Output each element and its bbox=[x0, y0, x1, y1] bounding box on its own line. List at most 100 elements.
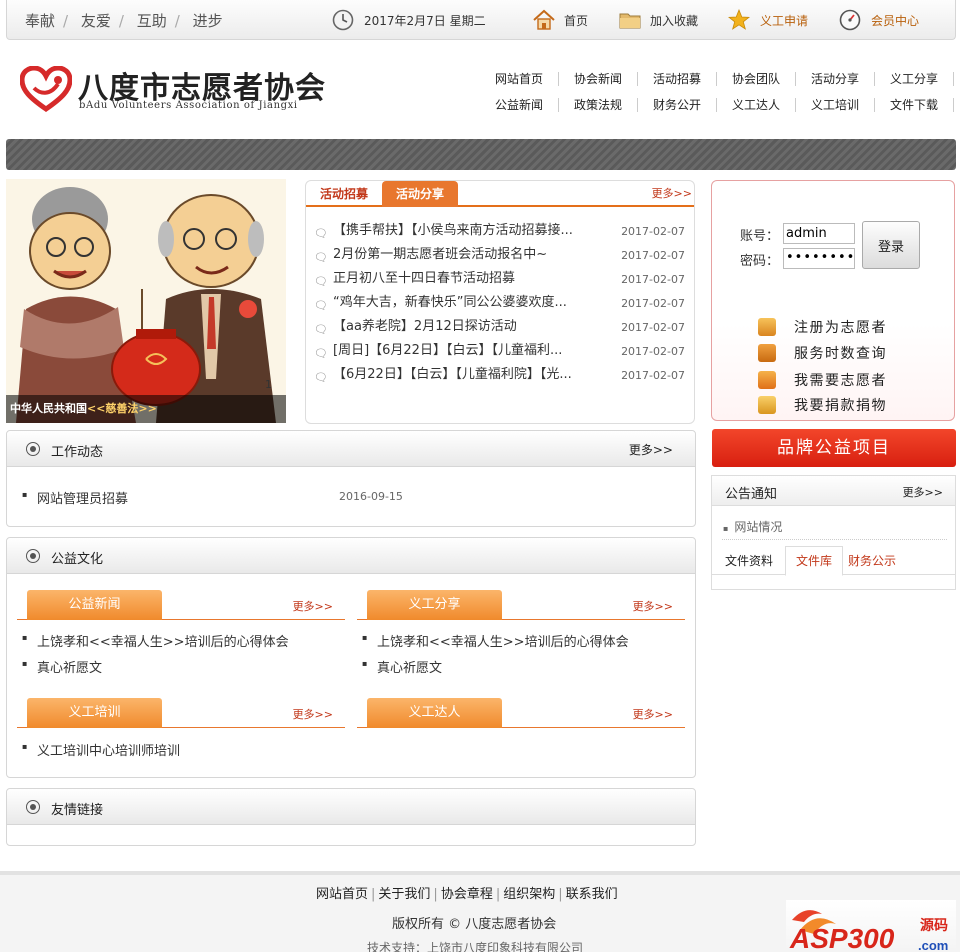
main-nav: 网站首页 协会新闻 活动招募 协会团队 活动分享 义工分享 公益新闻 政策法规 … bbox=[480, 66, 960, 118]
home-link[interactable]: 首页 bbox=[532, 8, 588, 32]
nav-row-2: 公益新闻 政策法规 财务公开 义工达人 义工培训 文件下载 bbox=[480, 92, 960, 118]
speech-bubble-icon: 🗨 bbox=[314, 347, 328, 360]
site-subtitle: bAdu Volunteers Association of Jiangxi bbox=[79, 100, 298, 111]
item-date: 2017-02-07 bbox=[621, 369, 685, 382]
list-item[interactable]: 🗨 “鸡年大吉，新春快乐”同公公婆婆欢度... 2017-02-07 bbox=[312, 294, 690, 318]
account-input[interactable] bbox=[783, 223, 855, 244]
volunteer-apply-link[interactable]: 义工申请 bbox=[727, 8, 808, 32]
asp300-badge[interactable]: ASP300 源码 .com bbox=[786, 900, 956, 952]
slogan: 互助 bbox=[136, 12, 167, 30]
list-item[interactable]: 义工培训中心培训师培训 bbox=[22, 740, 180, 759]
list-item[interactable]: 上饶孝和<<幸福人生>>培训后的心得体会 bbox=[362, 631, 629, 650]
more-link[interactable]: 更多>> bbox=[293, 706, 333, 722]
nav-item[interactable]: 活动招募 bbox=[638, 72, 717, 86]
item-date: 2016-09-15 bbox=[339, 490, 403, 503]
speech-bubble-icon: 🗨 bbox=[314, 251, 328, 264]
more-link[interactable]: 更多>> bbox=[633, 706, 673, 722]
favorite-label: 加入收藏 bbox=[650, 13, 699, 28]
nav-item[interactable]: 网站首页 bbox=[480, 72, 559, 86]
friend-links-section: 友情链接 bbox=[6, 788, 696, 846]
badge-sub: 源码 bbox=[920, 917, 948, 934]
tab-public-news[interactable]: 公益新闻 bbox=[27, 590, 162, 620]
notice-more-link[interactable]: 更多>> bbox=[903, 484, 943, 500]
caption-text: 中华人民共和国 bbox=[10, 402, 87, 415]
more-link[interactable]: 更多>> bbox=[633, 598, 673, 614]
nav-item[interactable]: 文件下载 bbox=[875, 98, 954, 112]
footer-link[interactable]: 网站首页 bbox=[316, 883, 368, 902]
brand-projects-banner[interactable]: 品牌公益项目 bbox=[712, 429, 956, 467]
favorite-link[interactable]: 加入收藏 bbox=[618, 8, 698, 32]
section-title: 工作动态 bbox=[51, 445, 104, 460]
item-title[interactable]: “鸡年大吉，新春快乐”同公公婆婆欢度... bbox=[333, 294, 603, 312]
footer-link[interactable]: 协会章程 bbox=[441, 883, 493, 902]
need-volunteer-link[interactable]: 我需要志愿者 bbox=[758, 368, 887, 392]
work-more-link[interactable]: 更多>> bbox=[629, 441, 673, 458]
item-title[interactable]: [周日]【6月22日】【白云】【儿童福利... bbox=[333, 342, 603, 360]
nav-item[interactable]: 协会团队 bbox=[717, 72, 796, 86]
logo-heart-icon[interactable] bbox=[19, 65, 73, 113]
nav-item[interactable]: 协会新闻 bbox=[559, 72, 638, 86]
password-input[interactable]: •••••••• bbox=[783, 248, 855, 269]
member-center-link[interactable]: 会员中心 bbox=[839, 8, 919, 32]
list-item[interactable]: 🗨 [周日]【6月22日】【白云】【儿童福利... 2017-02-07 bbox=[312, 342, 690, 366]
footer-link[interactable]: 关于我们 bbox=[378, 883, 430, 902]
item-title[interactable]: 正月初八至十四日春节活动招募 bbox=[333, 270, 603, 288]
banner-slideshow[interactable]: 1 中华人民共和国<<慈善法>> bbox=[6, 179, 286, 423]
nav-item[interactable]: 义工培训 bbox=[796, 98, 875, 112]
mail-icon bbox=[758, 371, 776, 389]
tab-activity-recruit[interactable]: 活动招募 bbox=[310, 181, 378, 207]
footer-links: 网站首页 | 关于我们 | 协会章程 | 组织架构 | 联系我们 bbox=[316, 883, 618, 902]
tab-activity-share[interactable]: 活动分享 bbox=[382, 181, 458, 207]
nav-item[interactable]: 财务公开 bbox=[638, 98, 717, 112]
item-title[interactable]: 【6月22日】【白云】【儿童福利院】【光... bbox=[333, 366, 603, 384]
slogan: 友爱 bbox=[80, 12, 111, 30]
tab-volunteer-experts[interactable]: 义工达人 bbox=[367, 698, 502, 728]
nav-item[interactable]: 活动分享 bbox=[796, 72, 875, 86]
hours-query-link[interactable]: 服务时数查询 bbox=[758, 341, 887, 365]
footer: 网站首页 | 关于我们 | 协会章程 | 组织架构 | 联系我们 版权所有 © 八度志愿者协会 … bbox=[0, 871, 960, 952]
clock-icon bbox=[332, 9, 354, 31]
badge-com: .com bbox=[918, 938, 948, 952]
login-button[interactable]: 登录 bbox=[862, 221, 920, 269]
footer-link[interactable]: 联系我们 bbox=[566, 883, 618, 902]
item-title[interactable]: 2月份第一期志愿者班会活动报名中~ bbox=[333, 246, 603, 264]
speech-bubble-icon: 🗨 bbox=[314, 275, 328, 288]
nav-item[interactable]: 公益新闻 bbox=[480, 98, 559, 112]
tab-file-materials[interactable]: 文件资料 bbox=[725, 552, 773, 569]
slide-number[interactable]: 1 bbox=[265, 378, 272, 391]
footer-link[interactable]: 组织架构 bbox=[503, 883, 555, 902]
slogan: 进步 bbox=[192, 12, 223, 30]
list-item[interactable]: 真心祈愿文 bbox=[22, 657, 102, 676]
slogans: 奉献 / 友爱 / 互助 / 进步 bbox=[25, 10, 223, 31]
list-item[interactable]: 🗨 2月份第一期志愿者班会活动报名中~ 2017-02-07 bbox=[312, 246, 690, 270]
copyright: 版权所有 © 八度志愿者协会 bbox=[392, 917, 557, 932]
activity-tabs: 活动招募 活动分享 更多>> bbox=[306, 181, 694, 207]
notice-header: 公告通知 更多>> bbox=[712, 476, 955, 506]
notice-item[interactable]: ▪ 网站情况 bbox=[723, 518, 782, 535]
nav-item[interactable]: 政策法规 bbox=[559, 98, 638, 112]
more-link[interactable]: 更多>> bbox=[293, 598, 333, 614]
item-title[interactable]: 【携手帮扶】【小侯鸟来南方活动招募接... bbox=[333, 222, 603, 240]
tab-volunteer-share[interactable]: 义工分享 bbox=[367, 590, 502, 620]
list-item[interactable]: 网站管理员招募 bbox=[22, 488, 128, 507]
list-item[interactable]: 🗨 正月初八至十四日春节活动招募 2017-02-07 bbox=[312, 270, 690, 294]
donate-link[interactable]: 我要捐款捐物 bbox=[758, 393, 887, 417]
login-panel: 账号： 密码： •••••••• 登录 注册为志愿者 服务时数查询 我需要志愿者… bbox=[711, 180, 955, 421]
banner-caption[interactable]: 中华人民共和国<<慈善法>> bbox=[6, 395, 286, 423]
nav-item[interactable]: 义工分享 bbox=[875, 72, 954, 86]
tab-volunteer-training[interactable]: 义工培训 bbox=[27, 698, 162, 728]
activity-more-link[interactable]: 更多>> bbox=[652, 185, 692, 201]
list-item[interactable]: 🗨 【6月22日】【白云】【儿童福利院】【光... 2017-02-07 bbox=[312, 366, 690, 390]
list-item[interactable]: 上饶孝和<<幸福人生>>培训后的心得体会 bbox=[22, 631, 289, 650]
slogan-separator: / bbox=[118, 12, 124, 30]
subsection-header: 义工分享 更多>> bbox=[357, 590, 685, 620]
item-date: 2017-02-07 bbox=[621, 297, 685, 310]
list-item[interactable]: 🗨 【携手帮扶】【小侯鸟来南方活动招募接... 2017-02-07 bbox=[312, 222, 690, 246]
tab-file-library[interactable]: 文件库 bbox=[785, 546, 843, 576]
item-title[interactable]: 【aa养老院】2月12日探访活动 bbox=[333, 318, 603, 336]
nav-item[interactable]: 义工达人 bbox=[717, 98, 796, 112]
register-link[interactable]: 注册为志愿者 bbox=[758, 315, 887, 339]
list-item[interactable]: 真心祈愿文 bbox=[362, 657, 442, 676]
tab-finance-notice[interactable]: 财务公示 bbox=[848, 552, 896, 569]
list-item[interactable]: 🗨 【aa养老院】2月12日探访活动 2017-02-07 bbox=[312, 318, 690, 342]
